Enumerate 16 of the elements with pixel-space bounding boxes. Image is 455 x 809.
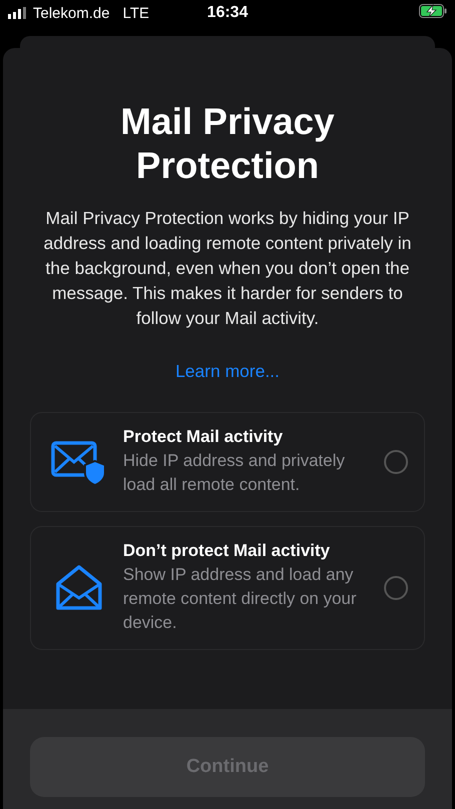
option-title: Protect Mail activity (123, 427, 284, 447)
carrier-name: Telekom.de (33, 4, 110, 22)
radio-button[interactable] (384, 576, 408, 600)
option-description: Show IP address and load any remote content directly on your device. (123, 564, 358, 634)
option-description: Hide IP address and privately load all remote content. (123, 450, 346, 496)
option-card[interactable]: Protect Mail activity Hide IP address and privately load all remote content. (30, 412, 425, 512)
option-title: Don’t protect Mail activity (123, 541, 331, 561)
radio-button[interactable] (384, 450, 408, 474)
option-card[interactable]: Don’t protect Mail activity Show IP address and load any remote content directly on your device. (30, 526, 425, 650)
signal-icon (8, 7, 28, 19)
network-type: LTE (122, 4, 150, 22)
learn-more-link[interactable]: Learn more... (175, 361, 280, 382)
description-text: Mail Privacy Protection works by hiding your IP address and loading remote content privately in the background, even when you don’t open the message. This makes it harder for senders to follow your Mail activity. (42, 207, 412, 330)
envelope-shield-icon (51, 439, 107, 485)
clock-time: 16:34 (207, 4, 248, 22)
sheet-title: Mail Privacy Protection (120, 100, 336, 188)
